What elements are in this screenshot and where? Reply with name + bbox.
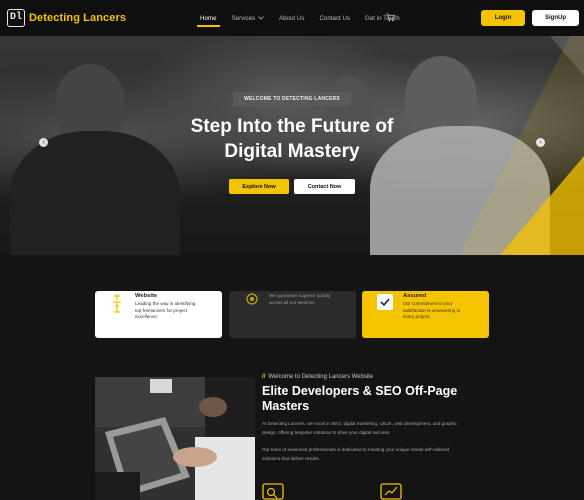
- hero-title: Step Into the Future of Digital Mastery: [190, 116, 394, 162]
- card-title: Assured: [403, 293, 427, 299]
- feature-card-quality: We guarantee superior quality across all…: [229, 291, 356, 338]
- quote-icon: //: [262, 374, 266, 380]
- hero-tag: WELCOME TO DETECTING LANCERS: [233, 92, 351, 106]
- card-title: Website: [135, 293, 158, 299]
- cart-icon[interactable]: [386, 13, 395, 22]
- logo[interactable]: Dl Detecting Lancers: [7, 9, 126, 27]
- about-image: [95, 377, 255, 500]
- login-button[interactable]: Login: [481, 10, 525, 26]
- chevron-down-icon: [258, 15, 264, 20]
- signup-button[interactable]: SignUp: [532, 10, 579, 26]
- brand-name: Detecting Lancers: [29, 12, 127, 24]
- card-description: We guarantee superior quality across all…: [269, 293, 331, 305]
- nav-item-services[interactable]: Services: [232, 15, 264, 22]
- logo-mark-icon: Dl: [7, 9, 25, 27]
- card-description: Leading the way in identifying top freel…: [135, 301, 196, 320]
- explore-now-button[interactable]: Explore Now: [229, 179, 289, 194]
- main-menu: Home Services About Us Contact Us Get in…: [197, 0, 415, 36]
- about-paragraph-1: At Detecting Lancers, we excel in SEO, d…: [262, 421, 457, 435]
- arrow-left-icon[interactable]: ‹: [39, 138, 48, 147]
- analytics-icon: [380, 483, 402, 500]
- nav-item-contact[interactable]: Contact Us: [319, 15, 350, 22]
- arrow-right-icon[interactable]: ›: [536, 138, 545, 147]
- nav-item-about[interactable]: About Us: [279, 15, 304, 22]
- page: Dl Detecting Lancers Home Services About…: [0, 0, 584, 500]
- hero-section: WELCOME TO DETECTING LANCERS Step Into t…: [0, 36, 584, 255]
- about-title: Elite Developers & SEO Off-Page Masters: [262, 384, 458, 413]
- seo-icon: [262, 483, 284, 500]
- about-image-illustration: [95, 377, 255, 500]
- top-navbar: Dl Detecting Lancers Home Services About…: [0, 0, 584, 36]
- nav-item-home[interactable]: Home: [197, 15, 219, 27]
- feature-card-assured: Assured Our commitment to your satisfact…: [362, 291, 489, 338]
- card-description: Our commitment to your satisfaction is u…: [403, 301, 461, 320]
- about-eyebrow: //Welcome to Detecting Lancers Website: [262, 374, 374, 380]
- trophy-icon: [113, 294, 121, 313]
- badge-icon: [377, 294, 393, 310]
- medal-icon: [246, 293, 258, 305]
- feature-card-website: Website Leading the way in identifying t…: [95, 291, 222, 338]
- contact-now-button[interactable]: Contact Now: [294, 179, 355, 194]
- about-paragraph-2: Our team of seasoned professionals is de…: [262, 447, 450, 461]
